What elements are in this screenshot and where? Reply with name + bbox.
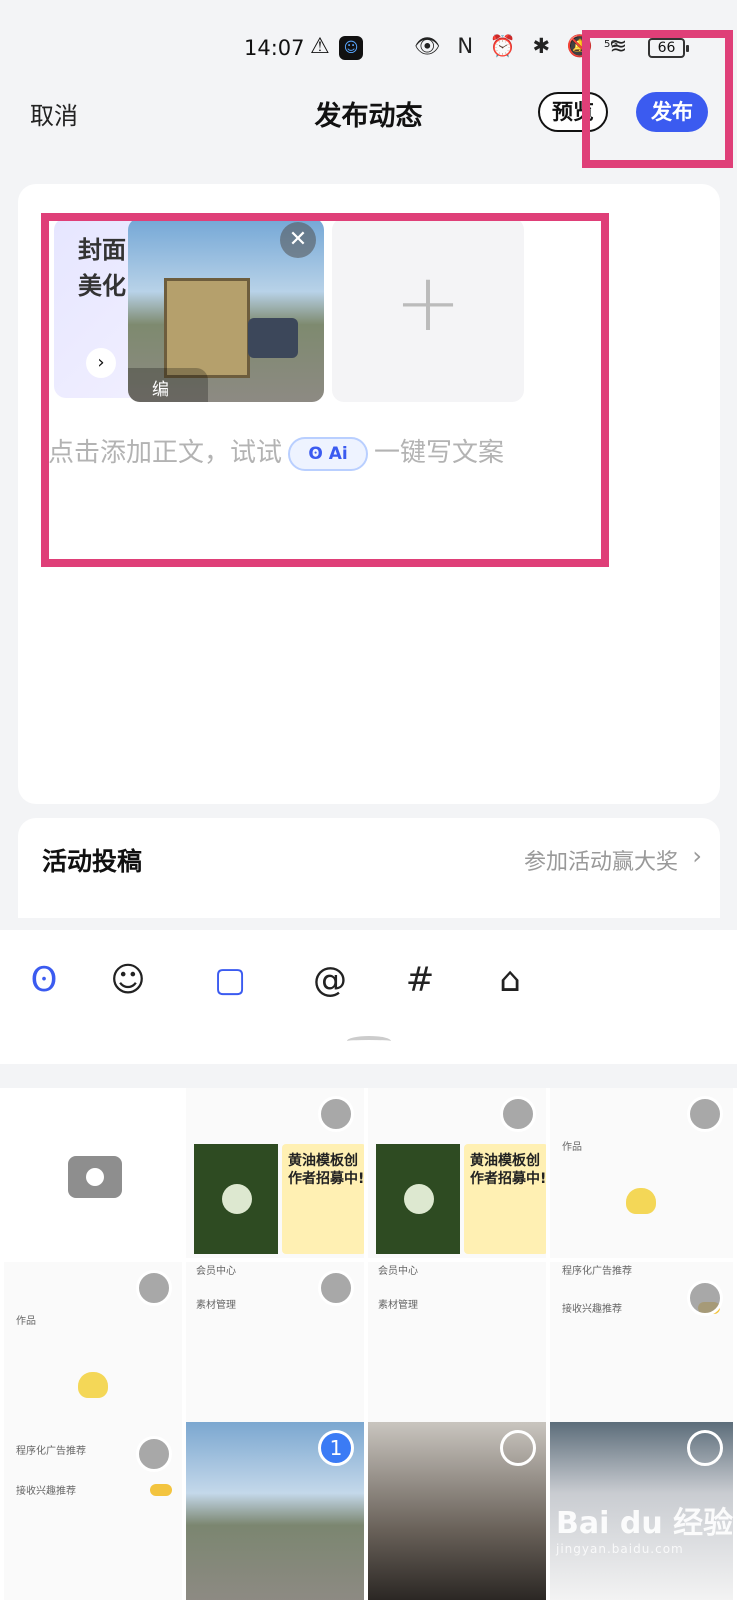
- watermark-brand: Bai du 经验: [556, 1506, 734, 1541]
- composer-toolbar: ʘ ☺ ▢ @ # ⌂: [0, 930, 737, 1064]
- select-circle[interactable]: [500, 1430, 536, 1466]
- recruit-card: 黄油模板创作者招募中!: [282, 1144, 364, 1254]
- gallery-thumbnail[interactable]: 会员中心 素材管理: [186, 1262, 364, 1422]
- gallery-thumbnail[interactable]: 程序化广告推荐 接收兴趣推荐: [550, 1262, 733, 1422]
- works-tab-label: 作品: [16, 1316, 36, 1327]
- select-circle[interactable]: [687, 1280, 723, 1316]
- drawer-handle[interactable]: [347, 1036, 391, 1046]
- mascot-image: [626, 1188, 656, 1214]
- dandelion-image: [194, 1144, 278, 1254]
- recruit-title: 黄油模板创作者招募中!: [470, 1153, 546, 1187]
- chevron-right-icon: ›: [692, 842, 702, 870]
- emoji-icon[interactable]: ☺: [106, 958, 150, 1002]
- highlight-box-publish: [582, 30, 733, 168]
- watermark-url: jingyan.baidu.com: [556, 1542, 684, 1556]
- material-manage-label: 素材管理: [196, 1300, 236, 1311]
- select-circle[interactable]: [318, 1270, 354, 1306]
- select-circle[interactable]: [687, 1096, 723, 1132]
- gallery-thumbnail[interactable]: [368, 1422, 546, 1600]
- hashtag-icon[interactable]: #: [398, 958, 442, 1002]
- select-circle[interactable]: [500, 1096, 536, 1132]
- select-circle[interactable]: [687, 1430, 723, 1466]
- camera-icon: [68, 1156, 122, 1198]
- member-center-label: 会员中心: [196, 1266, 236, 1277]
- gallery-thumbnail[interactable]: 会员中心 素材管理: [368, 1262, 546, 1422]
- app-notification-icon: ☺: [339, 36, 363, 60]
- highlight-box-editor: [41, 213, 609, 567]
- warning-icon: ⚠: [310, 34, 330, 59]
- ad-recommend-label: 程序化广告推荐: [16, 1446, 86, 1457]
- ai-assistant-icon[interactable]: ʘ: [22, 958, 66, 1002]
- shopping-bag-icon[interactable]: ⌂: [488, 958, 532, 1002]
- works-tab-label: 作品: [562, 1142, 582, 1153]
- mascot-image: [78, 1372, 108, 1398]
- toggle-switch: [150, 1484, 172, 1496]
- material-manage-label: 素材管理: [378, 1300, 418, 1311]
- selected-count-badge[interactable]: 1: [318, 1430, 354, 1466]
- activity-submission-row[interactable]: 活动投稿 参加活动赢大奖 ›: [18, 818, 720, 918]
- gallery-thumbnail[interactable]: 黄油模板创作者招募中!: [368, 1088, 546, 1258]
- gallery-thumbnail[interactable]: 程序化广告推荐 接收兴趣推荐: [4, 1422, 182, 1600]
- activity-link[interactable]: 参加活动赢大奖: [524, 844, 678, 876]
- baidu-watermark: Bai du 经验 jingyan.baidu.com: [556, 1498, 733, 1556]
- image-icon[interactable]: ▢: [208, 958, 252, 1002]
- select-circle[interactable]: [318, 1096, 354, 1132]
- interest-recommend-label: 接收兴趣推荐: [16, 1486, 76, 1497]
- interest-recommend-label: 接收兴趣推荐: [562, 1304, 622, 1315]
- ad-recommend-label: 程序化广告推荐: [562, 1266, 632, 1277]
- gallery-thumbnail[interactable]: 黄油模板创作者招募中!: [186, 1088, 364, 1258]
- select-circle[interactable]: [136, 1436, 172, 1472]
- mention-icon[interactable]: @: [308, 958, 352, 1002]
- dandelion-image: [376, 1144, 460, 1254]
- recruit-title: 黄油模板创作者招募中!: [288, 1153, 364, 1187]
- gallery-thumbnail[interactable]: 作品: [550, 1088, 733, 1258]
- status-time: 14:07: [244, 36, 305, 60]
- gallery-thumbnail-selected[interactable]: 1: [186, 1422, 364, 1600]
- member-center-label: 会员中心: [378, 1266, 418, 1277]
- camera-tile[interactable]: [4, 1088, 182, 1258]
- recruit-card: 黄油模板创作者招募中!: [464, 1144, 546, 1254]
- activity-label: 活动投稿: [42, 847, 143, 876]
- gallery-thumbnail[interactable]: 作品: [4, 1262, 182, 1422]
- select-circle[interactable]: [136, 1270, 172, 1306]
